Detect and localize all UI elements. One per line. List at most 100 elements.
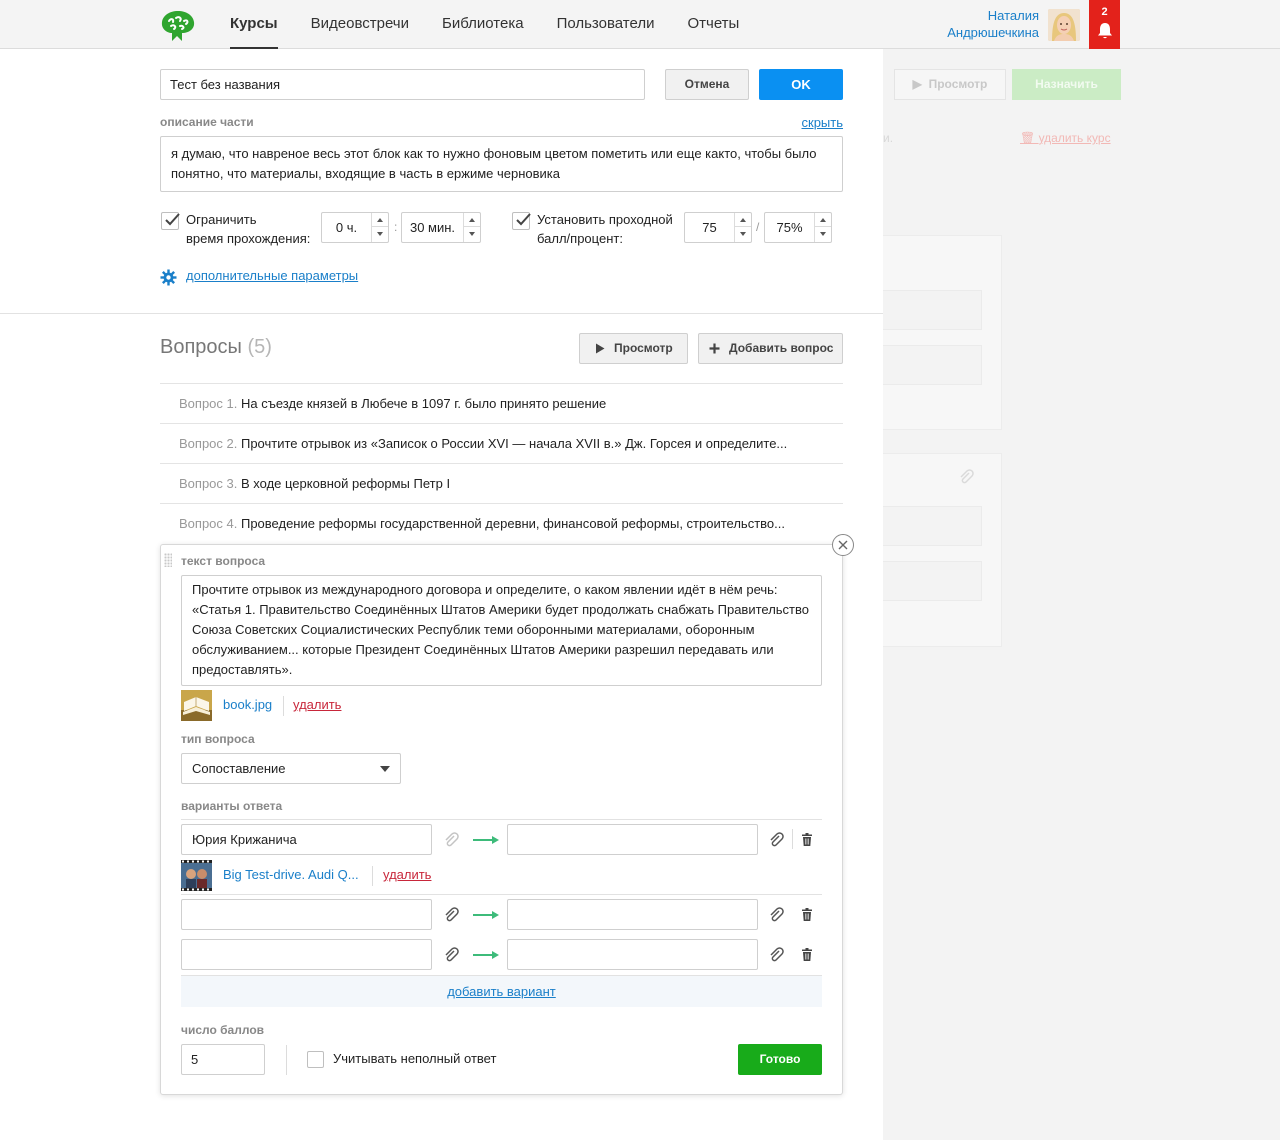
checkmark-icon	[516, 213, 531, 226]
description-textarea[interactable]: я думаю, что навреное весь этот блок как…	[160, 136, 843, 192]
logo-icon[interactable]	[158, 8, 198, 44]
paperclip-icon[interactable]	[443, 907, 459, 923]
paperclip-icon[interactable]	[443, 832, 459, 848]
time-limit-label: Ограничить время прохождения:	[186, 212, 311, 246]
divider	[283, 696, 284, 716]
ok-button[interactable]: OK	[759, 69, 843, 100]
arrow-right-icon	[473, 836, 499, 844]
paperclip-icon[interactable]	[768, 832, 784, 848]
decrement-button[interactable]	[735, 227, 751, 241]
nav-item-reports[interactable]: Отчеты	[687, 0, 739, 49]
question-text-textarea[interactable]: Прочтите отрывок из международного догов…	[181, 575, 822, 686]
increment-button[interactable]	[735, 213, 751, 227]
partial-answer-checkbox[interactable]	[307, 1051, 324, 1068]
close-editor-button[interactable]	[832, 534, 854, 556]
divider	[792, 829, 793, 849]
question-row[interactable]: Вопрос 3. В ходе церковной реформы Петр …	[160, 463, 843, 503]
play-icon	[596, 343, 605, 354]
hours-stepper[interactable]: 0 ч.	[321, 212, 389, 243]
answer-left-input[interactable]	[181, 899, 432, 930]
background-field	[883, 561, 982, 601]
avatar[interactable]	[1048, 9, 1080, 41]
background-field	[883, 506, 982, 546]
answers-label: варианты ответа	[181, 799, 283, 813]
background-assign-button: Назначить	[1012, 69, 1121, 100]
answer-right-input[interactable]	[507, 939, 758, 970]
pass-score-stepper[interactable]: 75	[684, 212, 752, 243]
question-text-label: текст вопроса	[181, 554, 266, 568]
nav-item-video-meetings[interactable]: Видеовстречи	[311, 0, 409, 49]
user-name-link[interactable]: Наталия Андрюшечкина	[947, 7, 1039, 41]
trash-icon[interactable]	[802, 948, 812, 961]
increment-button[interactable]	[372, 213, 388, 227]
bell-icon	[1097, 23, 1112, 39]
plus-icon	[709, 343, 720, 354]
attachment-link[interactable]: Big Test-drive. Audi Q...	[223, 867, 359, 882]
preview-button[interactable]: Просмотр	[579, 333, 688, 364]
done-button[interactable]: Готово	[738, 1044, 822, 1075]
main-nav: Курсы Видеовстречи Библиотека Пользовате…	[230, 0, 772, 49]
main-panel: Тест без названия Отмена OK описание час…	[0, 49, 883, 1140]
background-card	[883, 453, 1002, 647]
nav-item-library[interactable]: Библиотека	[442, 0, 524, 49]
video-thumbnail[interactable]	[181, 860, 212, 891]
minutes-value: 30 мин.	[409, 220, 456, 235]
user-first-name: Наталия	[987, 8, 1039, 23]
score-input[interactable]: 5	[181, 1044, 265, 1075]
book-image-thumbnail[interactable]	[181, 690, 212, 721]
trash-icon[interactable]	[802, 908, 812, 921]
answer-right-input[interactable]	[507, 824, 758, 855]
nav-item-courses[interactable]: Курсы	[230, 0, 278, 49]
paperclip-icon[interactable]	[768, 947, 784, 963]
attachment-link[interactable]: book.jpg	[223, 697, 272, 712]
background-card	[883, 235, 1002, 430]
time-limit-checkbox[interactable]	[161, 212, 180, 230]
question-row[interactable]: Вопрос 1. На съезде князей в Любече в 10…	[160, 383, 843, 423]
question-type-label: тип вопроса	[181, 732, 255, 746]
decrement-button[interactable]	[815, 227, 831, 241]
cancel-button[interactable]: Отмена	[665, 69, 749, 100]
question-row[interactable]: Вопрос 4. Проведение реформы государстве…	[160, 503, 843, 543]
nav-item-users[interactable]: Пользователи	[557, 0, 655, 49]
paperclip-icon[interactable]	[768, 907, 784, 923]
decrement-button[interactable]	[464, 227, 480, 241]
partial-answer-label: Учитывать неполный ответ	[333, 1051, 497, 1066]
add-variant-link[interactable]: добавить вариант	[447, 984, 556, 999]
pass-percent-value: 75%	[776, 220, 803, 235]
increment-button[interactable]	[815, 213, 831, 227]
add-question-button[interactable]: Добавить вопрос	[698, 333, 843, 364]
answer-right-input[interactable]	[507, 899, 758, 930]
pass-percent-stepper[interactable]: 75%	[764, 212, 832, 243]
delete-attachment-link[interactable]: удалить	[383, 867, 431, 882]
notifications-button[interactable]: 2	[1089, 0, 1120, 49]
paperclip-icon[interactable]	[443, 947, 459, 963]
answer-left-input[interactable]	[181, 939, 432, 970]
question-type-select[interactable]: Сопоставление	[181, 753, 401, 784]
decrement-button[interactable]	[372, 227, 388, 241]
questions-count: (5)	[247, 336, 272, 358]
part-title-input[interactable]: Тест без названия	[160, 69, 645, 100]
trash-icon[interactable]	[802, 833, 812, 846]
pass-score-checkbox[interactable]	[512, 212, 531, 230]
score-label: число баллов	[181, 1023, 265, 1037]
arrow-right-icon	[473, 911, 499, 919]
answer-left-input[interactable]: Юрия Крижанича	[181, 824, 432, 855]
question-row[interactable]: Вопрос 2. Прочтите отрывок из «Записок о…	[160, 423, 843, 463]
time-separator: :	[394, 220, 398, 234]
increment-button[interactable]	[464, 213, 480, 227]
section-divider	[0, 313, 883, 314]
hide-description-link[interactable]: скрыть	[802, 115, 844, 130]
pass-score-label: Установить проходной балл/процент:	[537, 212, 673, 246]
delete-attachment-link[interactable]: удалить	[293, 697, 341, 712]
minutes-stepper[interactable]: 30 мин.	[401, 212, 481, 243]
drag-handle[interactable]	[164, 553, 172, 567]
background-field	[883, 345, 982, 385]
top-navigation-bar: Курсы Видеовстречи Библиотека Пользовате…	[0, 0, 1280, 49]
close-icon	[838, 540, 848, 550]
divider	[372, 866, 373, 886]
divider	[286, 1045, 287, 1075]
description-label: описание части	[160, 115, 254, 129]
background-delete-course-link: 🗑 удалить курс	[1020, 131, 1111, 145]
arrow-right-icon	[473, 951, 499, 959]
advanced-params-link[interactable]: дополнительные параметры	[186, 268, 358, 283]
